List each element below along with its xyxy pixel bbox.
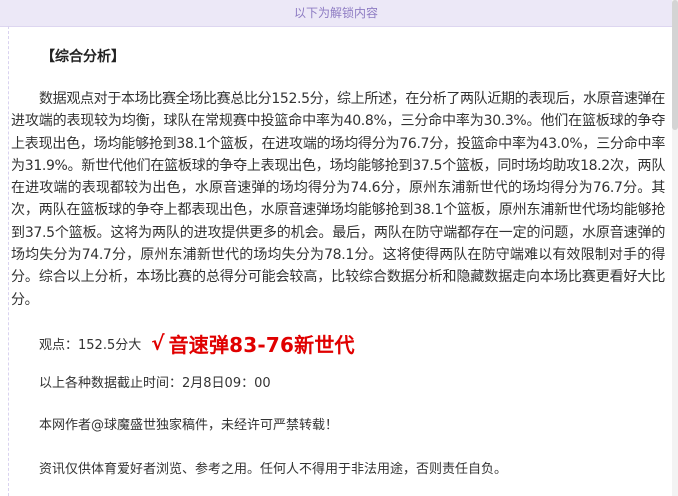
- disclaimer-note: 资讯仅供体育爱好者浏览、参考之用。任何人不得用于非法用途，否则责任自负。: [39, 462, 508, 477]
- pick-label: 观点：152.5分大: [39, 337, 142, 353]
- check-icon: √: [151, 331, 165, 355]
- data-cutoff-note: 以上各种数据截止时间：2月8日09：00: [39, 376, 271, 391]
- author-note: 本网作者@球魔盛世独家稿件，未经许可严禁转载！: [39, 418, 339, 433]
- vertical-scrollbar[interactable]: [672, 0, 678, 496]
- pick-result: 音速弹83-76新世代: [168, 332, 355, 357]
- analysis-paragraph: 数据观点对于本场比赛全场比赛总比分152.5分，综上所述，在分析了两队近期的表现…: [11, 91, 665, 308]
- unlock-banner: 以下为解锁内容: [0, 0, 672, 27]
- section-title: 【综合分析】: [41, 49, 125, 65]
- scrollbar-thumb[interactable]: [672, 0, 678, 130]
- pick-line: 观点：152.5分大 √ 音速弹83-76新世代: [39, 326, 355, 360]
- article-content: 【综合分析】 数据观点对于本场比赛全场比赛总比分152.5分，综上所述，在分析了…: [8, 26, 674, 496]
